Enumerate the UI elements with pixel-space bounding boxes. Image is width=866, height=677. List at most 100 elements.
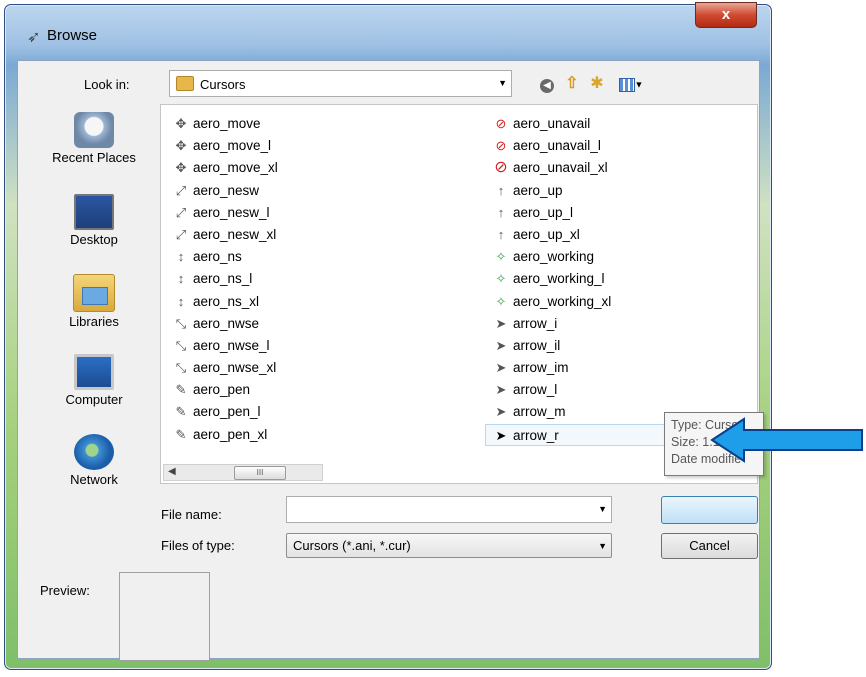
list-item[interactable]: ✥ aero_move_l bbox=[169, 135, 278, 157]
file-name: aero_move bbox=[193, 116, 261, 131]
chevron-down-icon[interactable]: ▼ bbox=[598, 504, 607, 514]
list-item[interactable]: ✧ aero_working bbox=[489, 246, 735, 268]
file-name: aero_ns bbox=[193, 249, 242, 265]
view-menu-button[interactable]: ▼ bbox=[614, 73, 648, 95]
file-name: aero_pen_l bbox=[193, 404, 261, 420]
file-name: arrow_im bbox=[513, 360, 569, 376]
desktop-icon bbox=[74, 194, 114, 230]
horizontal-scrollbar[interactable]: ◀ III bbox=[163, 464, 323, 481]
cursor-icon: ➶ bbox=[27, 29, 41, 46]
chevron-down-icon: ▼ bbox=[498, 78, 507, 88]
list-item[interactable]: ↑ aero_up_xl bbox=[489, 224, 735, 246]
file-name-input[interactable]: ▼ bbox=[286, 496, 612, 523]
view-grid-icon bbox=[618, 77, 635, 92]
list-item[interactable]: ↕ aero_ns_xl bbox=[169, 291, 278, 313]
open-button[interactable] bbox=[661, 496, 758, 524]
file-name: arrow_m bbox=[513, 404, 566, 420]
place-libraries[interactable]: Libraries bbox=[34, 274, 154, 329]
libraries-icon bbox=[73, 274, 115, 312]
list-item[interactable]: ✎ aero_pen_l bbox=[169, 401, 278, 423]
file-name: aero_working_l bbox=[513, 271, 605, 287]
list-item[interactable]: ➤ arrow_i bbox=[489, 313, 735, 335]
list-item[interactable]: ⤡ aero_nwse_xl bbox=[169, 357, 278, 379]
arrow-cursor-icon: ➤ bbox=[495, 427, 507, 443]
arrow-cursor-icon: ➤ bbox=[495, 382, 507, 398]
list-item[interactable]: ⊘ aero_unavail bbox=[489, 113, 735, 135]
file-name: aero_unavail bbox=[513, 116, 591, 131]
file-name: aero_nesw_l bbox=[193, 204, 270, 220]
place-network[interactable]: Network bbox=[34, 434, 154, 487]
file-name: aero_working bbox=[513, 249, 595, 265]
diagonal-resize-icon: ⤡ bbox=[175, 315, 187, 331]
unavailable-icon: ⊘ bbox=[495, 116, 507, 131]
place-desktop[interactable]: Desktop bbox=[34, 194, 154, 247]
file-name: aero_nesw_xl bbox=[193, 226, 277, 242]
vertical-resize-icon: ↕ bbox=[177, 271, 185, 287]
look-in-dropdown[interactable]: Cursors ▼ bbox=[169, 70, 512, 97]
annotation-arrow-icon bbox=[710, 417, 863, 463]
pen-icon: ✎ bbox=[175, 426, 187, 442]
list-item[interactable]: ✎ aero_pen bbox=[169, 379, 278, 401]
look-in-value: Cursors bbox=[200, 77, 246, 92]
list-item[interactable]: ↑ aero_up_l bbox=[489, 202, 735, 224]
file-type-dropdown[interactable]: Cursors (*.ani, *.cur) ▼ bbox=[286, 533, 612, 558]
file-name: aero_working_xl bbox=[513, 293, 612, 309]
arrow-cursor-icon: ➤ bbox=[495, 404, 507, 420]
vertical-resize-icon: ↕ bbox=[177, 293, 185, 309]
move-cursor-icon: ✥ bbox=[175, 160, 187, 176]
list-item[interactable]: ⤢ aero_nesw_xl bbox=[169, 224, 278, 246]
file-name: aero_unavail_l bbox=[513, 138, 601, 154]
browse-dialog: ➶ Browse x Look in: Cursors ▼ ◀ ⇧ ✱ ▼ Re… bbox=[4, 2, 772, 670]
arrow-cursor-icon: ➤ bbox=[495, 360, 507, 376]
file-name: arrow_l bbox=[513, 382, 558, 398]
file-name: arrow_il bbox=[513, 337, 561, 353]
up-one-level-button[interactable]: ⇧ bbox=[561, 73, 583, 95]
list-item[interactable]: ➤ arrow_im bbox=[489, 357, 735, 379]
place-recent-places[interactable]: Recent Places bbox=[34, 112, 154, 165]
title-bar[interactable]: ➶ Browse x bbox=[5, 2, 771, 46]
chevron-down-icon: ▼ bbox=[598, 541, 607, 551]
file-name: aero_unavail_xl bbox=[513, 160, 608, 176]
list-item[interactable]: ➤ arrow_l bbox=[489, 379, 735, 401]
list-item[interactable]: ↕ aero_ns_l bbox=[169, 268, 278, 290]
list-item[interactable]: ✎ aero_pen_xl bbox=[169, 424, 278, 446]
scroll-left-icon[interactable]: ◀ bbox=[168, 466, 176, 477]
up-arrow-icon: ↑ bbox=[497, 182, 505, 198]
list-item[interactable]: ⤡ aero_nwse bbox=[169, 313, 278, 335]
place-label: Network bbox=[70, 472, 118, 487]
list-item[interactable]: ⤡ aero_nwse_l bbox=[169, 335, 278, 357]
place-computer[interactable]: Computer bbox=[34, 354, 154, 407]
file-list-column-2: ⊘ aero_unavail ⊘ aero_unavail_l ⊘ aero_unav… bbox=[485, 113, 735, 446]
file-name: aero_ns_l bbox=[193, 271, 253, 287]
places-bar: Recent Places Desktop Libraries Computer… bbox=[34, 104, 154, 524]
file-name: aero_nwse bbox=[193, 315, 260, 331]
back-button[interactable]: ◀ bbox=[536, 73, 558, 95]
file-name: aero_nesw bbox=[193, 182, 260, 198]
place-label: Libraries bbox=[69, 314, 119, 329]
list-item[interactable]: ⤢ aero_nesw bbox=[169, 180, 278, 202]
list-item[interactable]: ⤢ aero_nesw_l bbox=[169, 202, 278, 224]
list-item[interactable]: ⊘ aero_unavail_xl bbox=[489, 157, 735, 179]
list-item[interactable]: ↕ aero_ns bbox=[169, 246, 278, 268]
file-name-label: File name: bbox=[161, 507, 222, 522]
arrow-cursor-icon: ➤ bbox=[495, 337, 507, 353]
diagonal-resize-icon: ⤢ bbox=[175, 182, 187, 198]
list-item[interactable]: ➤ arrow_il bbox=[489, 335, 735, 357]
move-cursor-icon: ✥ bbox=[175, 138, 187, 154]
list-item[interactable]: ✧ aero_working_l bbox=[489, 268, 735, 290]
list-item[interactable]: ✧ aero_working_xl bbox=[489, 291, 735, 313]
create-new-folder-button[interactable]: ✱ bbox=[586, 73, 608, 95]
busy-cursor-icon: ✧ bbox=[495, 293, 507, 309]
busy-cursor-icon: ✧ bbox=[495, 271, 507, 287]
folder-icon bbox=[176, 76, 194, 91]
cancel-button[interactable]: Cancel bbox=[661, 533, 758, 559]
list-item[interactable]: ✥ aero_move bbox=[169, 113, 278, 135]
pen-icon: ✎ bbox=[175, 382, 187, 398]
file-name: aero_up_xl bbox=[513, 226, 580, 242]
close-button[interactable]: x bbox=[695, 2, 757, 28]
list-item[interactable]: ↑ aero_up bbox=[489, 180, 735, 202]
scrollbar-thumb[interactable]: III bbox=[234, 466, 286, 480]
window-title: Browse bbox=[47, 27, 98, 44]
list-item[interactable]: ⊘ aero_unavail_l bbox=[489, 135, 735, 157]
list-item[interactable]: ✥ aero_move_xl bbox=[169, 157, 278, 179]
